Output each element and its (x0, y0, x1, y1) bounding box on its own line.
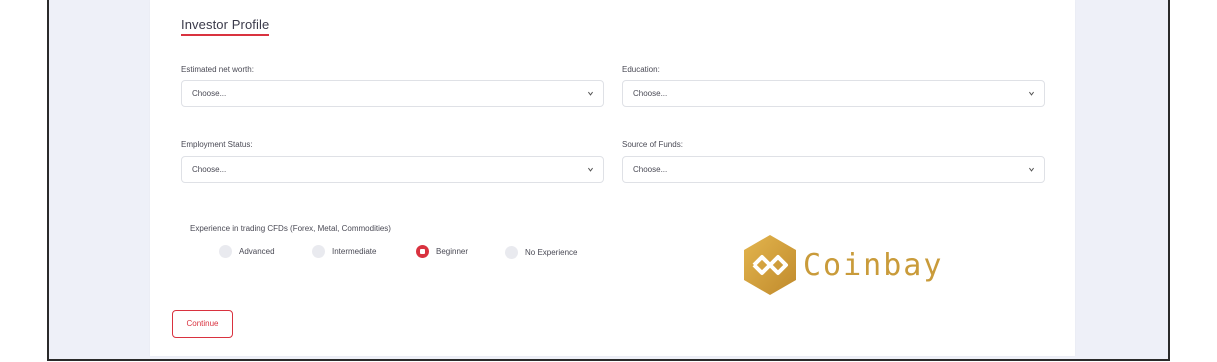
chevron-down-icon (1029, 167, 1034, 172)
education-select[interactable]: Choose... (622, 80, 1045, 107)
net-worth-label: Estimated net worth: (181, 65, 254, 74)
experience-label: Experience in trading CFDs (Forex, Metal… (190, 224, 391, 233)
chevron-down-icon (1029, 91, 1034, 96)
radio-intermediate-label[interactable]: Intermediate (332, 247, 376, 256)
coinbay-logo: Coinbay (741, 233, 941, 297)
chevron-down-icon (588, 91, 593, 96)
title-underline (181, 34, 269, 36)
radio-beginner[interactable] (416, 245, 429, 258)
radio-no-experience-label[interactable]: No Experience (525, 248, 577, 257)
source-of-funds-label: Source of Funds: (622, 140, 683, 149)
source-of-funds-value: Choose... (633, 165, 668, 174)
chevron-down-icon (588, 167, 593, 172)
net-worth-value: Choose... (192, 89, 227, 98)
net-worth-select[interactable]: Choose... (181, 80, 604, 107)
section-title: Investor Profile (181, 17, 270, 32)
education-label: Education: (622, 65, 660, 74)
source-of-funds-select[interactable]: Choose... (622, 156, 1045, 183)
radio-no-experience[interactable] (505, 246, 518, 259)
page-frame: Investor Profile Estimated net worth: Ch… (47, 0, 1170, 361)
employment-value: Choose... (192, 165, 227, 174)
radio-intermediate[interactable] (312, 245, 325, 258)
radio-advanced[interactable] (219, 245, 232, 258)
radio-beginner-label[interactable]: Beginner (436, 247, 468, 256)
investor-profile-card: Investor Profile Estimated net worth: Ch… (150, 0, 1075, 356)
brand-name: Coinbay (803, 248, 944, 283)
coinbay-hexagon-icon (744, 235, 796, 295)
radio-advanced-label[interactable]: Advanced (239, 247, 275, 256)
education-value: Choose... (633, 89, 668, 98)
employment-label: Employment Status: (181, 140, 253, 149)
employment-select[interactable]: Choose... (181, 156, 604, 183)
continue-button[interactable]: Continue (172, 310, 233, 338)
